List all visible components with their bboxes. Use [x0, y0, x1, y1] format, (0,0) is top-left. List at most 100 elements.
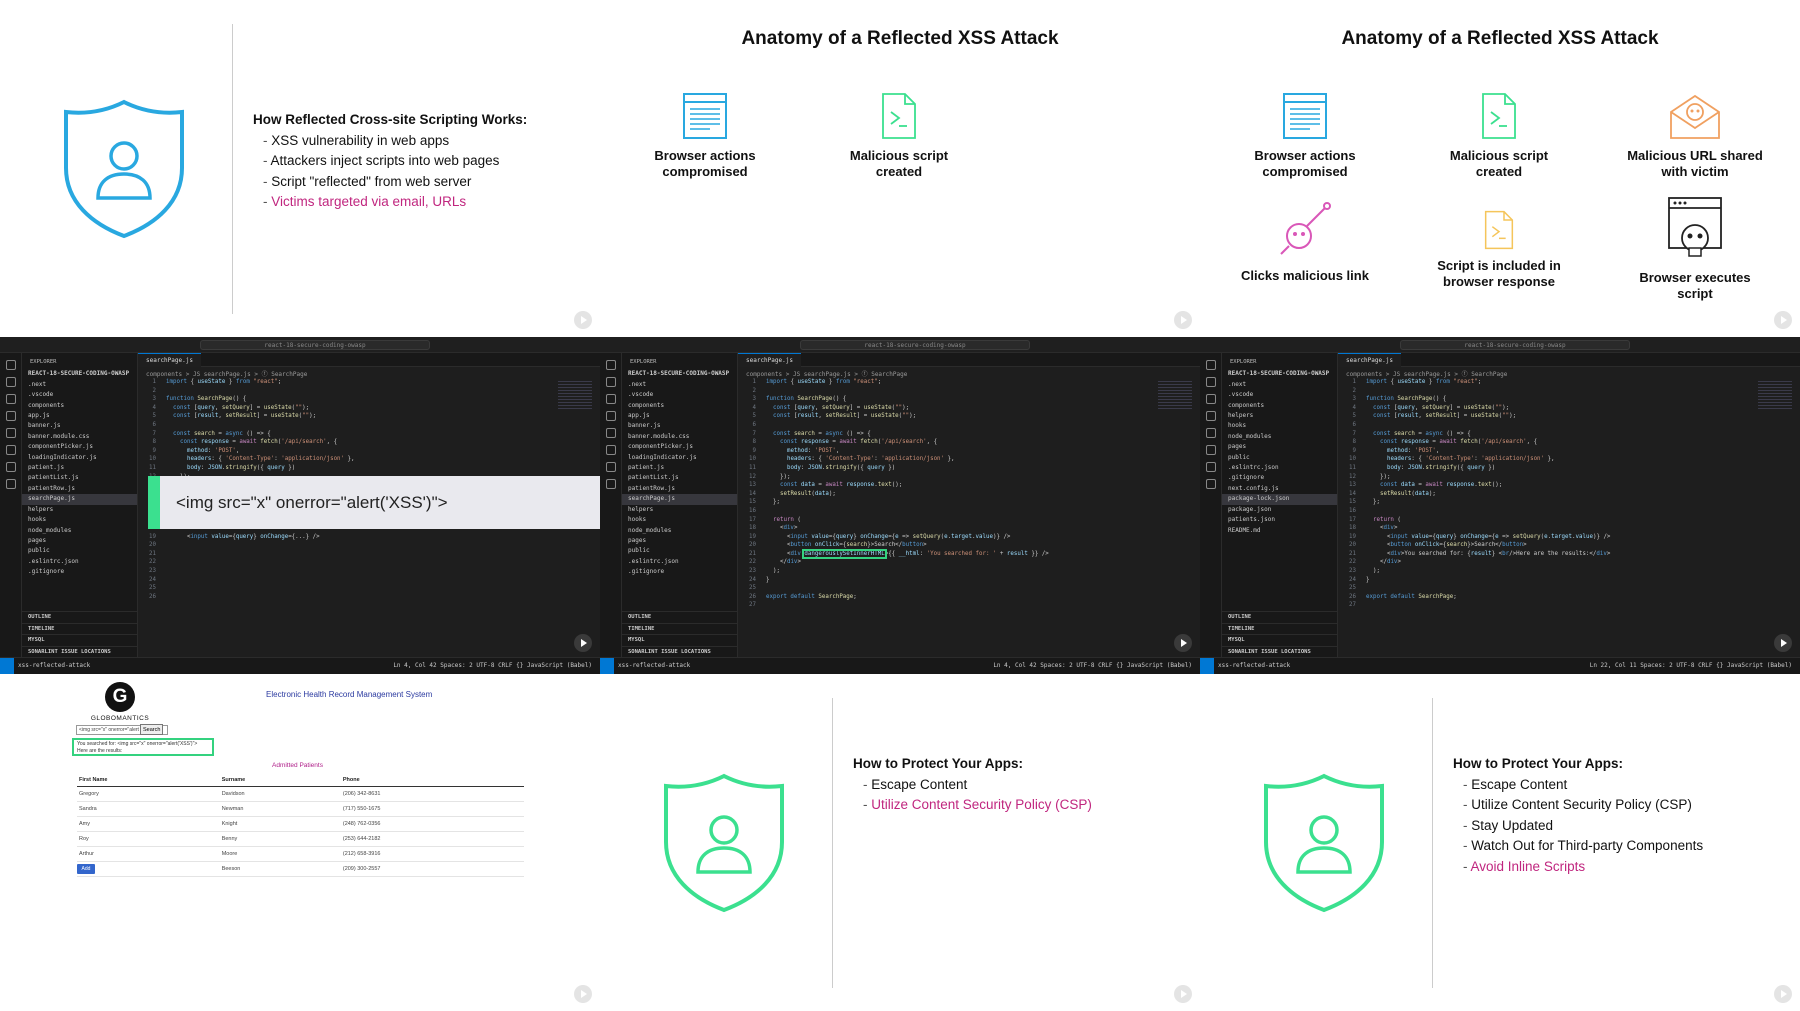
run-debug-icon[interactable]: [1206, 411, 1216, 421]
file-tree-item[interactable]: componentPicker.js: [22, 442, 137, 452]
file-tree-item[interactable]: package.json: [1222, 505, 1337, 515]
file-tree-item[interactable]: loadingIndicator.js: [22, 453, 137, 463]
remote-indicator[interactable]: [1200, 658, 1214, 674]
table-row[interactable]: Roy Benny (253) 644-2182: [77, 831, 524, 847]
file-tree-item[interactable]: hooks: [1222, 421, 1337, 431]
file-tree-item[interactable]: searchPage.js: [22, 494, 137, 505]
file-tree-item[interactable]: banner.module.css: [622, 432, 737, 442]
file-tree-item[interactable]: banner.js: [622, 421, 737, 431]
tab-searchpage[interactable]: searchPage.js: [138, 353, 201, 367]
file-tree-item[interactable]: public: [22, 546, 137, 556]
testing-icon[interactable]: [606, 462, 616, 472]
play-icon[interactable]: [574, 985, 592, 1003]
file-tree-item[interactable]: helpers: [622, 505, 737, 515]
play-icon[interactable]: [1774, 985, 1792, 1003]
file-tree-item[interactable]: README.md: [1222, 526, 1337, 536]
file-tree-item[interactable]: patient.js: [22, 463, 137, 473]
timeline-section[interactable]: TIMELINE: [1222, 622, 1338, 634]
code-editor[interactable]: 1 import { useState } from "react"; 2 3 fu…: [1338, 378, 1768, 610]
remote-indicator[interactable]: [0, 658, 14, 674]
timeline-section[interactable]: TIMELINE: [622, 622, 738, 634]
add-button[interactable]: Add: [77, 864, 95, 874]
cursor-position[interactable]: Ln 22, Col 11 Spaces: 2 UTF-8 CRLF {} Ja…: [1590, 658, 1792, 674]
remote-icon[interactable]: [1206, 445, 1216, 455]
command-center-search[interactable]: react-18-secure-coding-owasp: [800, 340, 1030, 350]
file-tree-item[interactable]: .next: [22, 380, 137, 390]
cursor-position[interactable]: Ln 4, Col 42 Spaces: 2 UTF-8 CRLF {} Jav…: [993, 658, 1192, 674]
command-center-search[interactable]: react-18-secure-coding-owasp: [1400, 340, 1630, 350]
file-tree-item[interactable]: .gitignore: [1222, 473, 1337, 483]
files-icon[interactable]: [1206, 360, 1216, 370]
file-tree-item[interactable]: .eslintrc.json: [1222, 463, 1337, 473]
sonarlint-section[interactable]: SONARLINT ISSUE LOCATIONS: [22, 645, 138, 657]
file-tree-item[interactable]: helpers: [22, 505, 137, 515]
files-icon[interactable]: [6, 360, 16, 370]
file-tree-item[interactable]: searchPage.js: [622, 494, 737, 505]
play-icon[interactable]: [1174, 985, 1192, 1003]
file-tree-item[interactable]: .eslintrc.json: [22, 557, 137, 567]
run-debug-icon[interactable]: [6, 411, 16, 421]
file-tree-item[interactable]: next.config.js: [1222, 484, 1337, 494]
file-tree-item[interactable]: node_modules: [22, 526, 137, 536]
file-tree-item[interactable]: .gitignore: [22, 567, 137, 577]
search-icon[interactable]: [6, 377, 16, 387]
file-tree-item[interactable]: hooks: [622, 515, 737, 525]
files-icon[interactable]: [606, 360, 616, 370]
code-editor[interactable]: 1 import { useState } from "react"; 2 3 fu…: [738, 378, 1168, 610]
file-tree-item[interactable]: patientList.js: [22, 473, 137, 483]
file-tree-item[interactable]: app.js: [622, 411, 737, 421]
project-root[interactable]: REACT-18-SECURE-CODING-OWASP: [622, 369, 737, 379]
file-tree-item[interactable]: helpers: [1222, 411, 1337, 421]
table-row[interactable]: Gregory Davidson (206) 342-8631: [77, 786, 524, 802]
docker-icon[interactable]: [606, 479, 616, 489]
file-tree-item[interactable]: .next: [1222, 380, 1337, 390]
play-icon[interactable]: [574, 311, 592, 329]
project-root[interactable]: REACT-18-SECURE-CODING-OWASP: [22, 369, 137, 379]
outline-section[interactable]: OUTLINE: [1222, 611, 1338, 622]
file-tree-item[interactable]: public: [1222, 453, 1337, 463]
file-tree-item[interactable]: public: [622, 546, 737, 556]
file-tree-item[interactable]: package-lock.json: [1222, 494, 1337, 505]
play-icon[interactable]: [1174, 634, 1192, 652]
search-icon[interactable]: [1206, 377, 1216, 387]
command-center-search[interactable]: react-18-secure-coding-owasp: [200, 340, 430, 350]
minimap[interactable]: [558, 381, 592, 411]
file-tree-item[interactable]: .vscode: [1222, 390, 1337, 400]
project-root[interactable]: REACT-18-SECURE-CODING-OWASP: [1222, 369, 1337, 379]
file-tree-item[interactable]: components: [22, 401, 137, 411]
play-icon[interactable]: [1174, 311, 1192, 329]
docker-icon[interactable]: [6, 479, 16, 489]
file-tree-item[interactable]: patients.json: [1222, 515, 1337, 525]
file-tree-item[interactable]: componentPicker.js: [622, 442, 737, 452]
outline-section[interactable]: OUTLINE: [622, 611, 738, 622]
git-branch[interactable]: xss-reflected-attack: [1218, 658, 1290, 674]
file-tree-item[interactable]: .next: [622, 380, 737, 390]
sonarlint-section[interactable]: SONARLINT ISSUE LOCATIONS: [622, 645, 738, 657]
extensions-icon[interactable]: [1206, 428, 1216, 438]
source-control-icon[interactable]: [606, 394, 616, 404]
search-button[interactable]: Search: [140, 724, 164, 735]
file-tree-item[interactable]: loadingIndicator.js: [622, 453, 737, 463]
remote-icon[interactable]: [6, 445, 16, 455]
play-icon[interactable]: [574, 634, 592, 652]
table-row[interactable]: Arthur Moore (212) 658-3916: [77, 846, 524, 862]
sonarlint-section[interactable]: SONARLINT ISSUE LOCATIONS: [1222, 645, 1338, 657]
table-row[interactable]: Sandra Newman (717) 550-1675: [77, 801, 524, 817]
file-tree-item[interactable]: components: [622, 401, 737, 411]
run-debug-icon[interactable]: [606, 411, 616, 421]
source-control-icon[interactable]: [1206, 394, 1216, 404]
minimap[interactable]: [1758, 381, 1792, 411]
file-tree-item[interactable]: pages: [1222, 442, 1337, 452]
mysql-section[interactable]: MYSQL: [622, 634, 738, 645]
play-icon[interactable]: [1774, 634, 1792, 652]
play-icon[interactable]: [1774, 311, 1792, 329]
testing-icon[interactable]: [1206, 462, 1216, 472]
file-tree-item[interactable]: .vscode: [622, 390, 737, 400]
git-branch[interactable]: xss-reflected-attack: [618, 658, 690, 674]
file-tree-item[interactable]: banner.js: [22, 421, 137, 431]
file-tree-item[interactable]: app.js: [22, 411, 137, 421]
minimap[interactable]: [1158, 381, 1192, 411]
remote-icon[interactable]: [606, 445, 616, 455]
mysql-section[interactable]: MYSQL: [1222, 634, 1338, 645]
file-tree-item[interactable]: pages: [622, 536, 737, 546]
